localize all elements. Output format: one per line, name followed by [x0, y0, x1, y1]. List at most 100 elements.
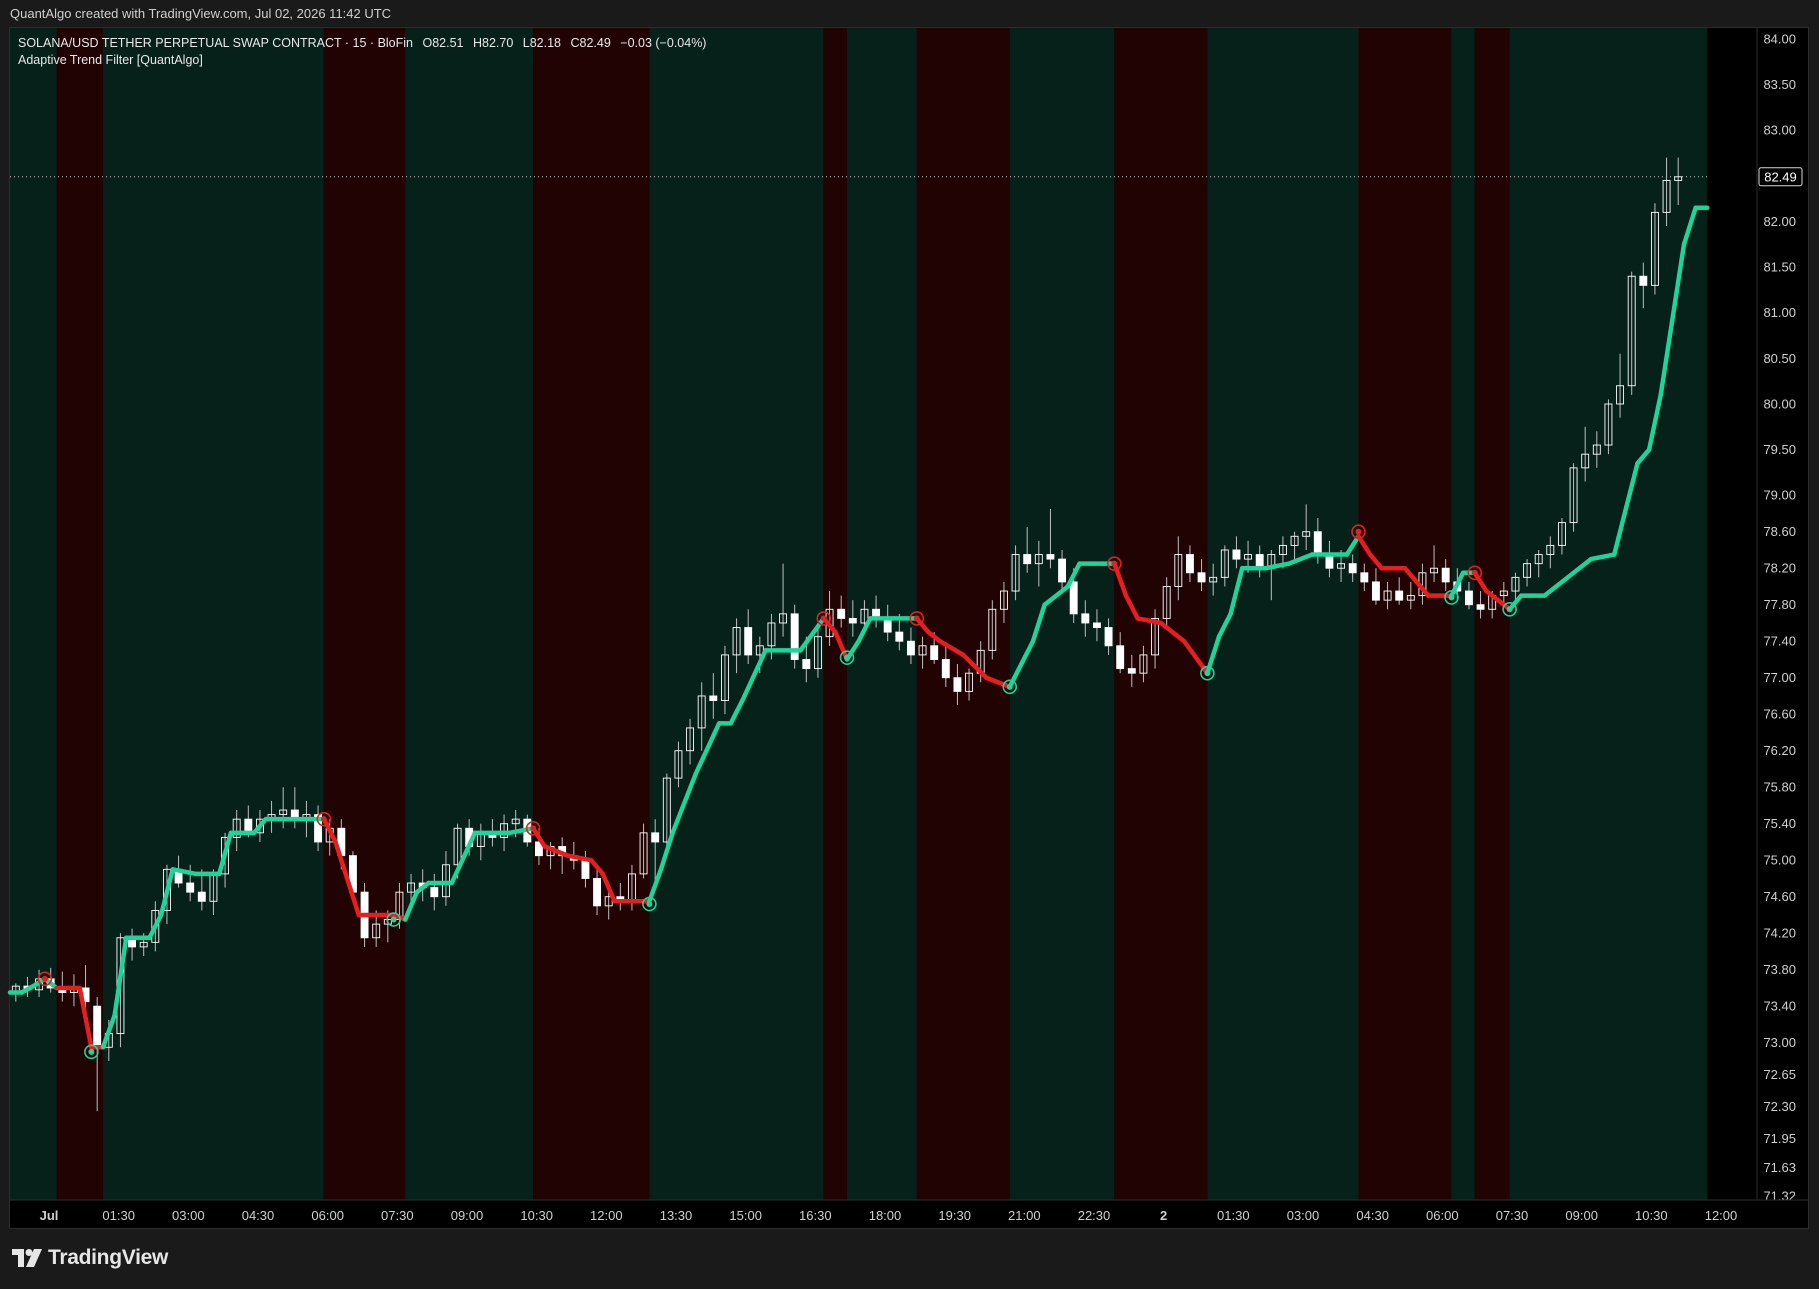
time-tick-label: 12:00	[1705, 1208, 1738, 1223]
price-tick-label: 72.65	[1763, 1067, 1796, 1082]
candle-body-down	[906, 640, 915, 656]
candle-body-down	[1197, 572, 1206, 583]
candle-body-down	[1185, 554, 1194, 574]
time-tick-label: 10:30	[1635, 1208, 1668, 1223]
time-tick-label: 19:30	[938, 1208, 971, 1223]
candle-body-down	[1023, 554, 1032, 565]
candle-body-down	[1058, 558, 1067, 583]
tradingview-logo[interactable]: TradingView	[12, 1243, 168, 1273]
ohlc-close: C82.49	[570, 36, 611, 50]
candle-body-down	[1371, 581, 1380, 601]
time-tick-label: 01:30	[102, 1208, 135, 1223]
price-chart[interactable]: 84.00 83.50 83.00 82.00 81.50 81.00 80.50 80.00…	[0, 0, 1819, 1289]
bearish-band-5	[533, 28, 650, 1200]
brand-name: TradingView	[48, 1246, 169, 1269]
candle-body-down	[581, 859, 590, 879]
price-tick-label: 75.80	[1763, 780, 1796, 795]
time-tick-label: 16:30	[799, 1208, 832, 1223]
candle-body-down	[1104, 627, 1113, 647]
price-tick-label: 73.00	[1763, 1035, 1796, 1050]
candle-body-down	[1313, 531, 1322, 555]
candle-body-down	[1360, 572, 1369, 583]
time-tick-label: 15:00	[729, 1208, 762, 1223]
price-tick-label: 74.20	[1763, 926, 1796, 941]
time-tick-label: 21:00	[1008, 1208, 1041, 1223]
candle-body-down	[197, 891, 206, 902]
price-tick-label: 80.00	[1763, 396, 1796, 411]
candle-body-down	[1476, 604, 1485, 610]
bullish-band-10	[1009, 28, 1115, 1200]
candle-body-down	[802, 659, 811, 670]
time-tick-label: 03:00	[172, 1208, 205, 1223]
bullish-band-2	[103, 28, 324, 1200]
candle-body-down	[186, 882, 195, 893]
candle-body-down	[790, 613, 799, 660]
bearish-band-11	[1114, 28, 1208, 1200]
bullish-band-4	[405, 28, 534, 1200]
candle-body-down	[1116, 645, 1125, 670]
candle-body-down	[1232, 549, 1241, 560]
price-tick-label: 78.20	[1763, 561, 1796, 576]
time-axis: Jul 01:30 03:00 04:30 06:00 07:30 09:00 10:30 12…	[10, 1199, 1809, 1223]
candle-body-down	[1092, 622, 1101, 628]
price-tick-label: 71.32	[1763, 1189, 1796, 1204]
candle-body-down	[1046, 554, 1055, 560]
bearish-band-13	[1358, 28, 1452, 1200]
price-tick-label: 79.50	[1763, 442, 1796, 457]
time-tick-label: 09:00	[1565, 1208, 1598, 1223]
candle-body-down	[837, 608, 846, 619]
ohlc-change: −0.03 (−0.04%)	[620, 36, 707, 50]
candle-body-down	[430, 887, 439, 898]
price-tick-label: 76.20	[1763, 743, 1796, 758]
price-tick-label: 76.60	[1763, 707, 1796, 722]
price-tick-label: 75.00	[1763, 853, 1796, 868]
tradingview-logo-icon	[12, 1249, 42, 1267]
time-tick-label: 12:00	[590, 1208, 623, 1223]
trend-bands	[10, 28, 1708, 1200]
indicator-label[interactable]: Adaptive Trend Filter [QuantAlgo]	[18, 53, 203, 67]
candle-body-down	[941, 659, 950, 679]
price-tick-label: 71.95	[1763, 1131, 1796, 1146]
price-tick-label: 84.00	[1763, 32, 1796, 47]
ohlc-low: L82.18	[522, 36, 562, 50]
candle-body-down	[744, 627, 753, 656]
bullish-band-0	[10, 28, 57, 1200]
time-tick-label: Jul	[40, 1208, 59, 1223]
bullish-band-8	[847, 28, 917, 1200]
price-tick-label: 73.40	[1763, 999, 1796, 1014]
symbol-label[interactable]: SOLANA/USD TETHER PERPETUAL SWAP CONTRAC…	[18, 36, 413, 50]
time-tick-label: 04:30	[1356, 1208, 1389, 1223]
candle-body-down	[1395, 590, 1404, 601]
last-price-tag: 82.49	[1758, 167, 1803, 187]
price-tick-label: 80.50	[1763, 351, 1796, 366]
price-tick-label: 71.63	[1763, 1160, 1796, 1175]
time-tick-label: 13:30	[660, 1208, 693, 1223]
price-tick-label: 77.80	[1763, 597, 1796, 612]
chart-legend: SOLANA/USD TETHER PERPETUAL SWAP CONTRAC…	[18, 35, 706, 69]
time-tick-label: 22:30	[1078, 1208, 1111, 1223]
candle-body-down	[1441, 567, 1450, 583]
price-axis: 84.00 83.50 83.00 82.00 81.50 81.00 80.50 80.00…	[1756, 28, 1803, 1204]
price-tick-label: 77.00	[1763, 670, 1796, 685]
candle-body-down	[651, 832, 660, 843]
bullish-band-14	[1451, 28, 1475, 1200]
time-tick-label: 03:00	[1287, 1208, 1320, 1223]
price-tick-label: 83.50	[1763, 77, 1796, 92]
time-tick-label: 18:00	[869, 1208, 902, 1223]
price-tick-label: 74.60	[1763, 889, 1796, 904]
price-tick-label: 83.00	[1763, 123, 1796, 138]
candle-body-down	[1639, 275, 1648, 286]
candle-body-down	[1127, 668, 1136, 674]
price-tick-label: 75.40	[1763, 816, 1796, 831]
candle-body-down	[930, 645, 939, 660]
candle-body-down	[593, 878, 602, 907]
price-tick-label: 77.40	[1763, 634, 1796, 649]
time-tick-label: 06:00	[1426, 1208, 1459, 1223]
time-tick-label: 06:00	[311, 1208, 344, 1223]
time-tick-label: 07:30	[381, 1208, 414, 1223]
time-tick-label: 01:30	[1217, 1208, 1250, 1223]
bearish-band-3	[323, 28, 406, 1200]
ohlc-open: O82.51	[422, 36, 464, 50]
time-tick-label: 04:30	[242, 1208, 275, 1223]
candle-body-down	[1081, 613, 1090, 624]
